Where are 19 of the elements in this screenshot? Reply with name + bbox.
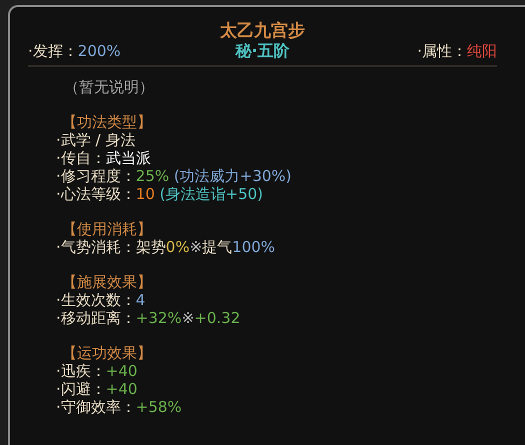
stat-line: ·武学 / 身法: [56, 131, 136, 149]
attribute-stat: ·属性：纯阳: [416, 41, 497, 61]
stat-line: ·传自：武当派: [56, 149, 152, 167]
stat-line: ·心法等级：10 (身法造诣+50): [56, 185, 264, 203]
stat-line: ·闪避：+40: [56, 380, 138, 398]
description-text: （暂无说明）: [64, 77, 155, 97]
stat-line: ·迅疾：+40: [56, 362, 138, 380]
section-heading: 【运功效果】: [62, 344, 153, 362]
effect-stat: ·发挥：200%: [28, 41, 122, 61]
stat-line: ·移动距离：+32%※+0.32: [56, 309, 242, 327]
section-heading: 【施展效果】: [62, 273, 153, 291]
stat-line: ·气势消耗：架势0%※提气100%: [56, 238, 276, 256]
skill-rank: 秘·五阶: [235, 41, 290, 61]
skill-title: 太乙九宫步: [218, 21, 306, 41]
section-heading: 【功法类型】: [62, 113, 153, 131]
section-heading: 【使用消耗】: [62, 220, 153, 238]
stat-line: ·生效次数：4: [56, 291, 146, 309]
stat-line: ·修习程度：25% (功法威力+30%): [56, 167, 293, 185]
stat-line: ·守御效率：+58%: [56, 398, 183, 416]
